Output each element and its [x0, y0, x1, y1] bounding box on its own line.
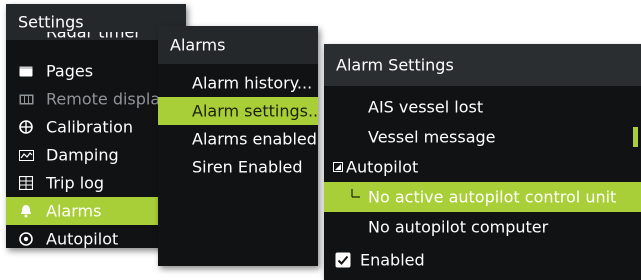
collapse-triangle-icon[interactable]: [330, 160, 346, 174]
pages-icon: [18, 64, 34, 78]
alarms-item-label: Siren Enabled: [192, 157, 303, 177]
scrollbar-thumb[interactable]: [633, 127, 638, 147]
alarms-item-alarm-history[interactable]: Alarm history...: [158, 69, 318, 97]
alarm-settings-item-no-autopilot-computer[interactable]: No autopilot computer: [324, 212, 641, 242]
damping-icon: [18, 148, 34, 162]
alarm-settings-item-label: Autopilot: [346, 157, 419, 177]
settings-title: Settings: [18, 12, 84, 32]
tree-branch-icon: [350, 189, 362, 204]
settings-item-label: Autopilot: [46, 229, 119, 249]
settings-item-label: Alarms: [46, 201, 102, 221]
trip-log-icon: [18, 176, 34, 190]
autopilot-icon: [18, 232, 34, 246]
alarms-title: Alarms: [170, 35, 226, 55]
alarms-item-label: Alarm settings...: [192, 101, 318, 121]
alarm-settings-item-no-active-autopilot-control-unit[interactable]: No active autopilot control unit: [324, 182, 641, 212]
alarm-settings-item-ais-vessel-lost[interactable]: AIS vessel lost: [324, 92, 641, 122]
bell-icon: [18, 204, 34, 218]
alarm-settings-item-label: No autopilot computer: [368, 217, 549, 237]
alarm-settings-header: Alarm Settings: [324, 44, 641, 86]
settings-item-label: Pages: [46, 61, 94, 81]
alarm-settings-item-vessel-message[interactable]: Vessel message: [324, 122, 641, 152]
settings-item-label: Trip log: [46, 173, 105, 193]
settings-item-label: Calibration: [46, 117, 134, 137]
alarms-panel: Alarms Alarm history... Alarm settings..…: [158, 26, 318, 266]
settings-item-label: Radar timer: [46, 32, 141, 42]
alarm-settings-item-label: Enabled: [360, 250, 425, 270]
alarm-settings-group-autopilot[interactable]: Autopilot: [324, 152, 641, 182]
alarms-item-siren-enabled[interactable]: Siren Enabled: [158, 153, 318, 181]
alarm-settings-item-enabled[interactable]: Enabled: [324, 245, 641, 275]
remote-displays-icon: [18, 92, 34, 106]
alarm-settings-item-label: AIS vessel lost: [368, 97, 484, 117]
calibration-icon: [18, 120, 34, 134]
alarms-item-label: Alarms enabled: [192, 129, 317, 149]
alarm-settings-item-label: Vessel message: [368, 127, 496, 147]
alarm-settings-item-label: No active autopilot control unit: [368, 187, 617, 207]
alarm-settings-title: Alarm Settings: [336, 55, 454, 75]
settings-item-label: Damping: [46, 145, 119, 165]
alarms-item-alarm-settings[interactable]: Alarm settings...: [158, 97, 318, 125]
alarms-item-label: Alarm history...: [192, 73, 313, 93]
alarms-item-alarms-enabled[interactable]: Alarms enabled: [158, 125, 318, 153]
alarm-settings-panel: Alarm Settings AIS vessel lost Vessel me…: [324, 44, 641, 280]
alarms-header: Alarms: [158, 26, 318, 64]
checkbox-checked-icon[interactable]: [335, 252, 351, 268]
